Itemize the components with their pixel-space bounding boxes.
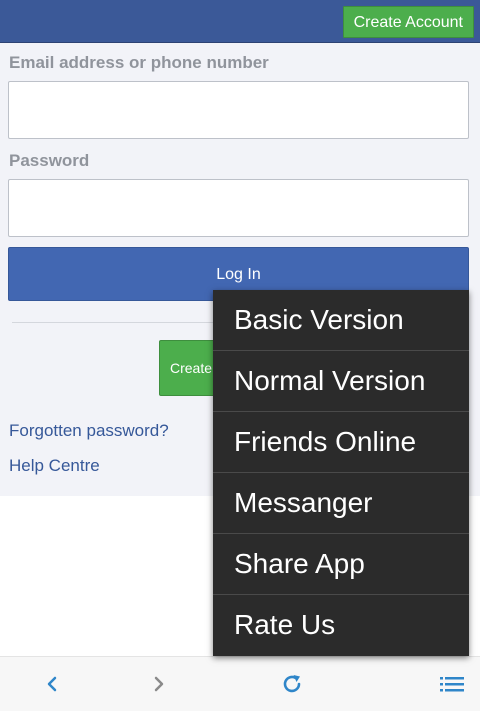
email-label: Email address or phone number (9, 53, 269, 72)
password-input[interactable] (8, 179, 469, 237)
overflow-menu: Basic Version Normal Version Friends Onl… (213, 290, 469, 656)
top-bar: Create Account (0, 0, 480, 43)
forgotten-password-link[interactable]: Forgotten password? (9, 421, 169, 441)
email-input[interactable] (8, 81, 469, 139)
bottom-nav-bar (0, 656, 480, 711)
menu-item-normal-version[interactable]: Normal Version (213, 351, 469, 412)
help-centre-link[interactable]: Help Centre (9, 456, 100, 476)
menu-item-friends-online[interactable]: Friends Online (213, 412, 469, 473)
reload-icon[interactable] (277, 669, 307, 699)
menu-item-messanger[interactable]: Messanger (213, 473, 469, 534)
password-label: Password (9, 151, 90, 170)
menu-item-basic-version[interactable]: Basic Version (213, 290, 469, 351)
menu-item-rate-us[interactable]: Rate Us (213, 595, 469, 656)
forward-icon[interactable] (144, 669, 174, 699)
menu-icon[interactable] (437, 669, 467, 699)
create-account-button[interactable]: Create Account (342, 6, 474, 38)
back-icon[interactable] (37, 669, 67, 699)
menu-item-share-app[interactable]: Share App (213, 534, 469, 595)
